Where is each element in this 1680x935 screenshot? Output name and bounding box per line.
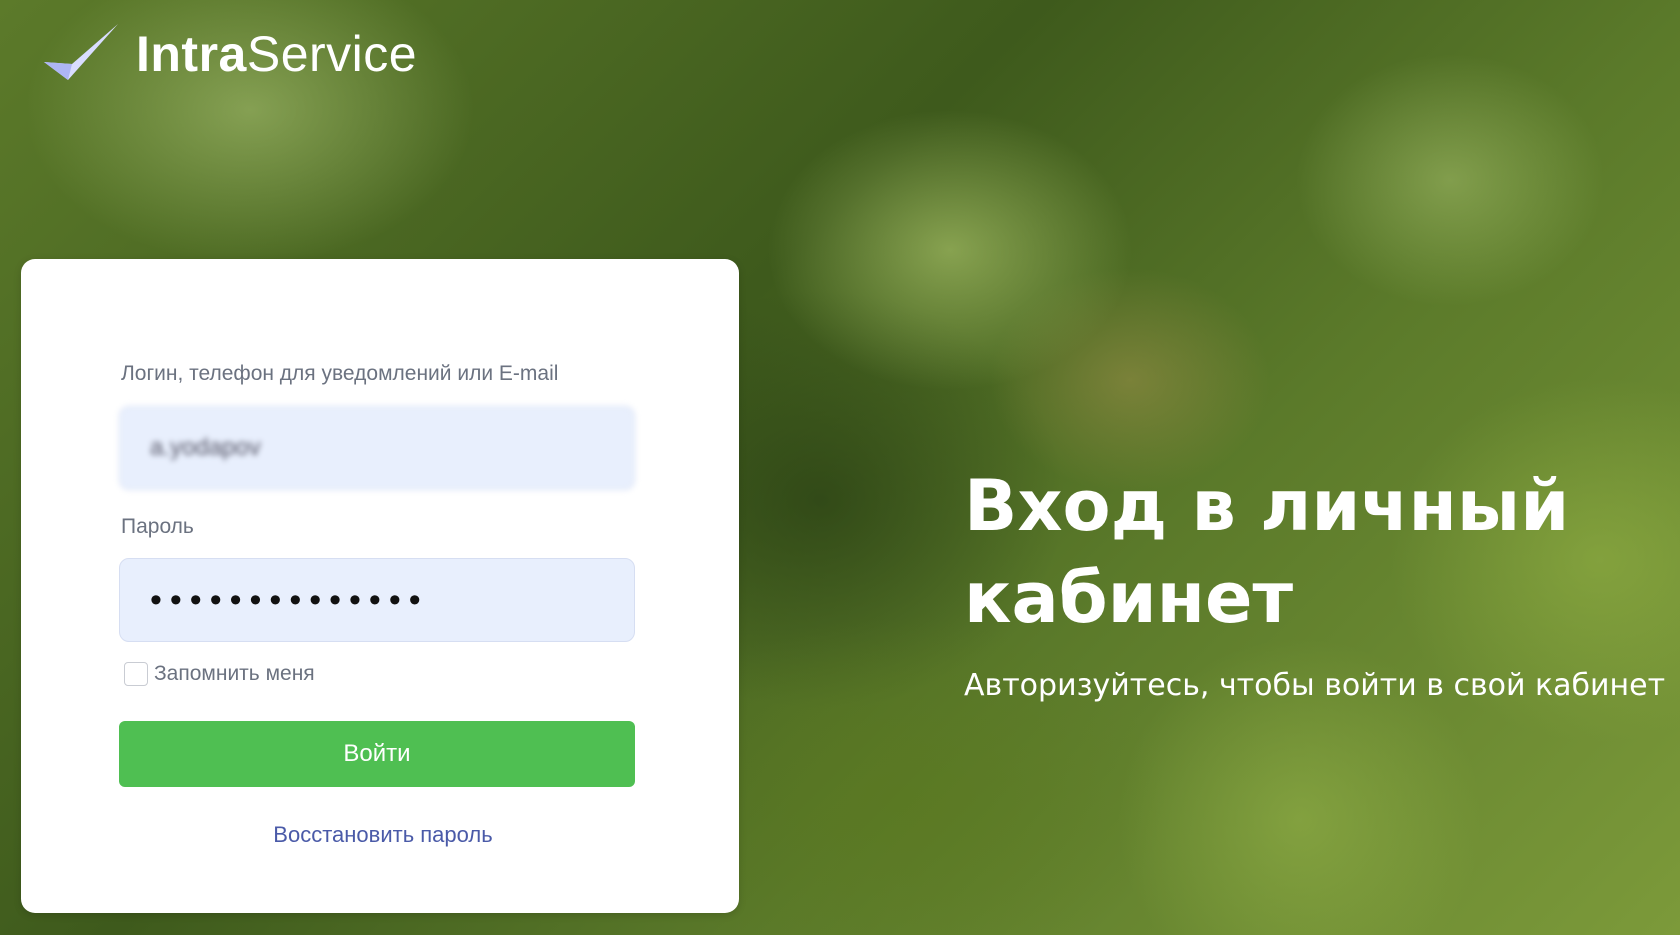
login-button[interactable]: Войти (119, 721, 635, 787)
remember-me[interactable]: Запомнить меня (124, 662, 315, 686)
remember-me-checkbox[interactable] (124, 662, 148, 686)
login-field-label: Логин, телефон для уведомлений или E-mai… (121, 362, 559, 385)
logo-text-regular: Service (246, 26, 418, 82)
login-card: Логин, телефон для уведомлений или E-mai… (21, 259, 739, 913)
login-input[interactable] (119, 406, 635, 490)
remember-me-label: Запомнить меня (154, 662, 315, 685)
intraservice-logo: IntraService (42, 22, 417, 86)
hero-subtitle: Авторизуйтесь, чтобы войти в свой кабине… (964, 668, 1666, 703)
password-field-label: Пароль (121, 515, 194, 538)
checkmark-icon (44, 24, 118, 80)
restore-password-link[interactable]: Восстановить пароль (119, 822, 647, 848)
logo-text-bold: Intra (136, 26, 247, 82)
logo-text: IntraService (136, 29, 417, 79)
hero-title: Вход в личный кабинет (964, 465, 1570, 639)
password-input[interactable] (119, 558, 635, 642)
hero: Вход в личный кабинет Авторизуйтесь, что… (964, 460, 1666, 703)
